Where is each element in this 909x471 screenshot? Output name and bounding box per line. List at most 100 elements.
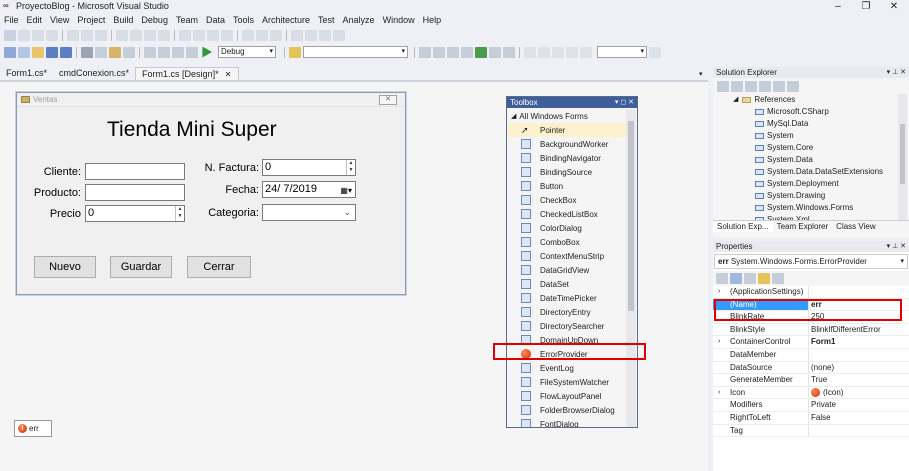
property-value[interactable] bbox=[808, 286, 909, 298]
property-value[interactable]: True bbox=[808, 374, 909, 386]
reference-system-deployment[interactable]: System.Deployment bbox=[713, 178, 909, 190]
close-tab-icon[interactable]: ✕ bbox=[223, 70, 232, 79]
property-row-modifiers[interactable]: Modifiers Private bbox=[713, 399, 909, 412]
property-value[interactable] bbox=[808, 424, 909, 437]
toolbox-item-checkedlistbox[interactable]: CheckedListBox bbox=[508, 207, 626, 221]
font-select[interactable]: ▾ bbox=[597, 46, 647, 58]
property-row-containercontrol[interactable]: › ContainerControl Form1 bbox=[713, 336, 909, 349]
property-row-tag[interactable]: Tag bbox=[713, 424, 909, 438]
expand-arrow-icon[interactable]: › bbox=[718, 336, 720, 349]
align-right-icon[interactable] bbox=[46, 29, 58, 41]
menu-item-tools[interactable]: Tools bbox=[229, 13, 258, 27]
save-all-icon[interactable] bbox=[60, 46, 72, 58]
menu-item-debug[interactable]: Debug bbox=[137, 13, 172, 27]
alphabetical-icon[interactable] bbox=[730, 273, 742, 284]
align-left-icon[interactable] bbox=[18, 29, 30, 41]
guardar-button[interactable]: Guardar bbox=[110, 256, 172, 278]
menu-item-team[interactable]: Team bbox=[172, 13, 202, 27]
reference-system-data-datasetextensions[interactable]: System.Data.DataSetExtensions bbox=[713, 166, 909, 178]
property-pages-icon[interactable] bbox=[772, 273, 784, 284]
bookmark-icon[interactable] bbox=[566, 46, 578, 58]
property-value[interactable]: BlinkIfDifferentError bbox=[808, 323, 909, 336]
toolbox-item-checkbox[interactable]: CheckBox bbox=[508, 193, 626, 207]
menu-item-analyze[interactable]: Analyze bbox=[339, 13, 379, 27]
vertical-spacing-icon[interactable] bbox=[242, 29, 254, 41]
same-width-icon[interactable] bbox=[116, 29, 128, 41]
send-to-back-icon[interactable] bbox=[305, 29, 317, 41]
menu-item-file[interactable]: File bbox=[0, 13, 23, 27]
lock-controls-icon[interactable] bbox=[333, 29, 345, 41]
property-value[interactable]: False bbox=[808, 411, 909, 424]
toolbox-item-contextmenustrip[interactable]: ContextMenuStrip bbox=[508, 249, 626, 263]
reference-system-xml[interactable]: System.Xml bbox=[713, 214, 909, 220]
reference-system-windows-forms[interactable]: System.Windows.Forms bbox=[713, 202, 909, 214]
center-horizontally-icon[interactable] bbox=[256, 29, 268, 41]
start-debugging-icon[interactable] bbox=[202, 46, 212, 58]
menu-item-test[interactable]: Test bbox=[314, 13, 339, 27]
tab-overflow-icon[interactable]: ▾ bbox=[699, 70, 703, 78]
panel-tab-0[interactable]: Solution Exp... bbox=[713, 221, 773, 232]
paste-icon[interactable] bbox=[109, 46, 121, 58]
navigate-backward-icon[interactable] bbox=[172, 46, 184, 58]
property-row-righttoleft[interactable]: RightToLeft False bbox=[713, 411, 909, 425]
menu-item-architecture[interactable]: Architecture bbox=[258, 13, 314, 27]
remove-spacing-icon[interactable] bbox=[221, 29, 233, 41]
form-close-icon[interactable]: ✕ bbox=[379, 95, 397, 105]
property-value[interactable]: (none) bbox=[808, 361, 909, 374]
menu-item-window[interactable]: Window bbox=[379, 13, 419, 27]
producto-input[interactable] bbox=[85, 184, 185, 201]
increase-spacing-icon[interactable] bbox=[193, 29, 205, 41]
factura-numeric-updown[interactable]: 0 ▲ ▼ bbox=[262, 159, 356, 176]
show-all-files-icon[interactable] bbox=[773, 80, 785, 92]
toolbox-item-folderbrowserdialog[interactable]: FolderBrowserDialog bbox=[508, 403, 626, 417]
nuevo-button[interactable]: Nuevo bbox=[34, 256, 96, 278]
property-value[interactable]: Private bbox=[808, 399, 909, 411]
toolbox-item-combobox[interactable]: ComboBox bbox=[508, 235, 626, 249]
new-project-icon[interactable] bbox=[4, 46, 16, 58]
tab-order-icon[interactable] bbox=[319, 29, 331, 41]
cut-icon[interactable] bbox=[81, 46, 93, 58]
menu-item-help[interactable]: Help bbox=[419, 13, 446, 27]
home-icon[interactable] bbox=[717, 80, 729, 92]
tab-0[interactable]: Form1.cs* bbox=[0, 67, 53, 80]
reference-system-data[interactable]: System.Data bbox=[713, 154, 909, 166]
toolbox-item-bindingsource[interactable]: BindingSource bbox=[508, 165, 626, 179]
align-bottom-icon[interactable] bbox=[95, 29, 107, 41]
start-page-icon[interactable] bbox=[475, 46, 487, 58]
reference-microsoft-csharp[interactable]: Microsoft.CSharp bbox=[713, 106, 909, 118]
toolbox-item-filesystemwatcher[interactable]: FileSystemWatcher bbox=[508, 375, 626, 389]
toolbox-group-header[interactable]: ◢ All Windows Forms bbox=[508, 109, 626, 123]
align-top-icon[interactable] bbox=[67, 29, 79, 41]
toolbox-item-pointer[interactable]: ➚ Pointer bbox=[508, 123, 626, 137]
bring-to-front-icon[interactable] bbox=[291, 29, 303, 41]
toolbox-item-button[interactable]: Button bbox=[508, 179, 626, 193]
component-tray-err[interactable]: ! err bbox=[14, 420, 52, 437]
horizontal-spacing-icon[interactable] bbox=[179, 29, 191, 41]
reference-system-core[interactable]: System.Core bbox=[713, 142, 909, 154]
property-value[interactable]: Form1 bbox=[808, 336, 909, 348]
expand-arrow-icon[interactable]: › bbox=[718, 387, 720, 400]
categorized-icon[interactable] bbox=[716, 273, 728, 284]
fecha-date-picker[interactable]: 24/ 7/2019 ▦▾ bbox=[262, 181, 356, 198]
categoria-combobox[interactable]: ⌄ bbox=[262, 204, 356, 221]
collapse-all-icon[interactable] bbox=[759, 80, 771, 92]
toolbox-scroll-thumb[interactable] bbox=[628, 121, 634, 311]
events-icon[interactable] bbox=[758, 273, 770, 284]
menu-item-data[interactable]: Data bbox=[202, 13, 229, 27]
solution-explorer-scroll-thumb[interactable] bbox=[900, 124, 905, 184]
menu-item-build[interactable]: Build bbox=[109, 13, 137, 27]
menu-item-project[interactable]: Project bbox=[73, 13, 109, 27]
reference-mysql-data[interactable]: MySql.Data bbox=[713, 118, 909, 130]
font-size-icon[interactable] bbox=[580, 46, 592, 58]
toolbox-item-colordialog[interactable]: ColorDialog bbox=[508, 221, 626, 235]
object-browser-icon[interactable] bbox=[447, 46, 459, 58]
solution-explorer-icon[interactable] bbox=[419, 46, 431, 58]
add-item-icon[interactable] bbox=[18, 46, 30, 58]
property-row-datasource[interactable]: DataSource (none) bbox=[713, 361, 909, 375]
pin-icon[interactable]: ▾ ◻ ✕ bbox=[615, 97, 634, 108]
open-file-icon[interactable] bbox=[32, 46, 44, 58]
extension-manager-icon[interactable] bbox=[489, 46, 501, 58]
save-icon[interactable] bbox=[46, 46, 58, 58]
navigate-forward-icon[interactable] bbox=[186, 46, 198, 58]
redo-icon[interactable] bbox=[158, 46, 170, 58]
